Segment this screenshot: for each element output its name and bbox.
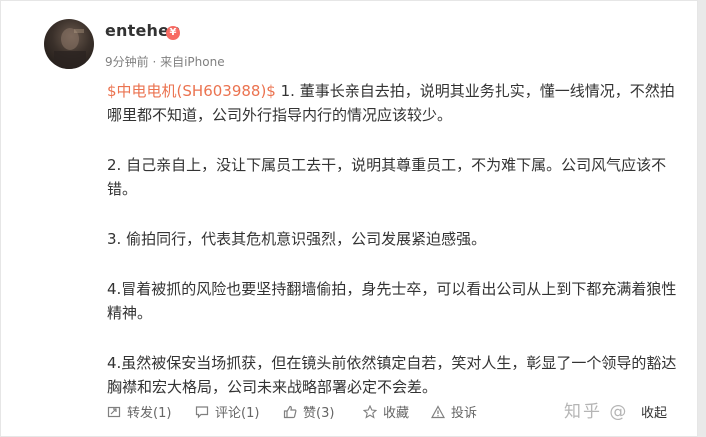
- comment-label: 评论(1): [215, 406, 260, 421]
- post-meta: 9分钟前 · 来自iPhone: [105, 55, 225, 69]
- like-icon: [283, 405, 297, 418]
- paragraph-3: 3. 偷拍同行，代表其危机意识强烈，公司发展紧迫感强。: [107, 230, 487, 248]
- repost-label: 转发(1): [127, 406, 172, 421]
- collect-label: 收藏: [383, 406, 410, 421]
- paragraph-2: 2. 自己亲自上，没让下属员工去干，说明其尊重员工，不为难下属。公司风气应该不错…: [107, 156, 667, 198]
- like-button[interactable]: 赞(3): [283, 402, 334, 421]
- report-button[interactable]: 投诉: [431, 402, 477, 421]
- post-content: $中电电机(SH603988)$ 1. 董事长亲自去拍，说明其业务扎实，懂一线情…: [107, 79, 679, 425]
- weibo-post-card: entehen ¥ 9分钟前 · 来自iPhone $中电电机(SH603988…: [0, 0, 698, 437]
- vip-badge-icon[interactable]: ¥: [166, 26, 180, 40]
- paragraph-4: 4.冒着被抓的风险也要坚持翻墙偷拍，身先士卒，可以看出公司从上到下都充满着狼性精…: [107, 280, 677, 322]
- collapse-link[interactable]: 收起: [641, 402, 667, 421]
- repost-button[interactable]: 转发(1): [107, 402, 171, 421]
- paragraph-5: 4.虽然被保安当场抓获，但在镜头前依然镇定自若，笑对人生，彰显了一个领导的豁达胸…: [107, 354, 677, 396]
- collect-button[interactable]: 收藏: [363, 402, 409, 421]
- avatar[interactable]: [44, 19, 94, 69]
- zhihu-watermark: 知乎 @: [564, 402, 629, 422]
- paragraph-1: $中电电机(SH603988)$ 1. 董事长亲自去拍，说明其业务扎实，懂一线情…: [107, 79, 679, 127]
- comment-icon: [195, 405, 209, 418]
- repost-icon: [107, 406, 121, 417]
- report-icon: [431, 404, 445, 418]
- like-label: 赞(3): [303, 406, 335, 421]
- comment-button[interactable]: 评论(1): [195, 402, 259, 421]
- stock-tag-link[interactable]: $中电电机(SH603988)$: [107, 82, 276, 100]
- star-icon: [363, 404, 377, 419]
- report-label: 投诉: [451, 406, 478, 421]
